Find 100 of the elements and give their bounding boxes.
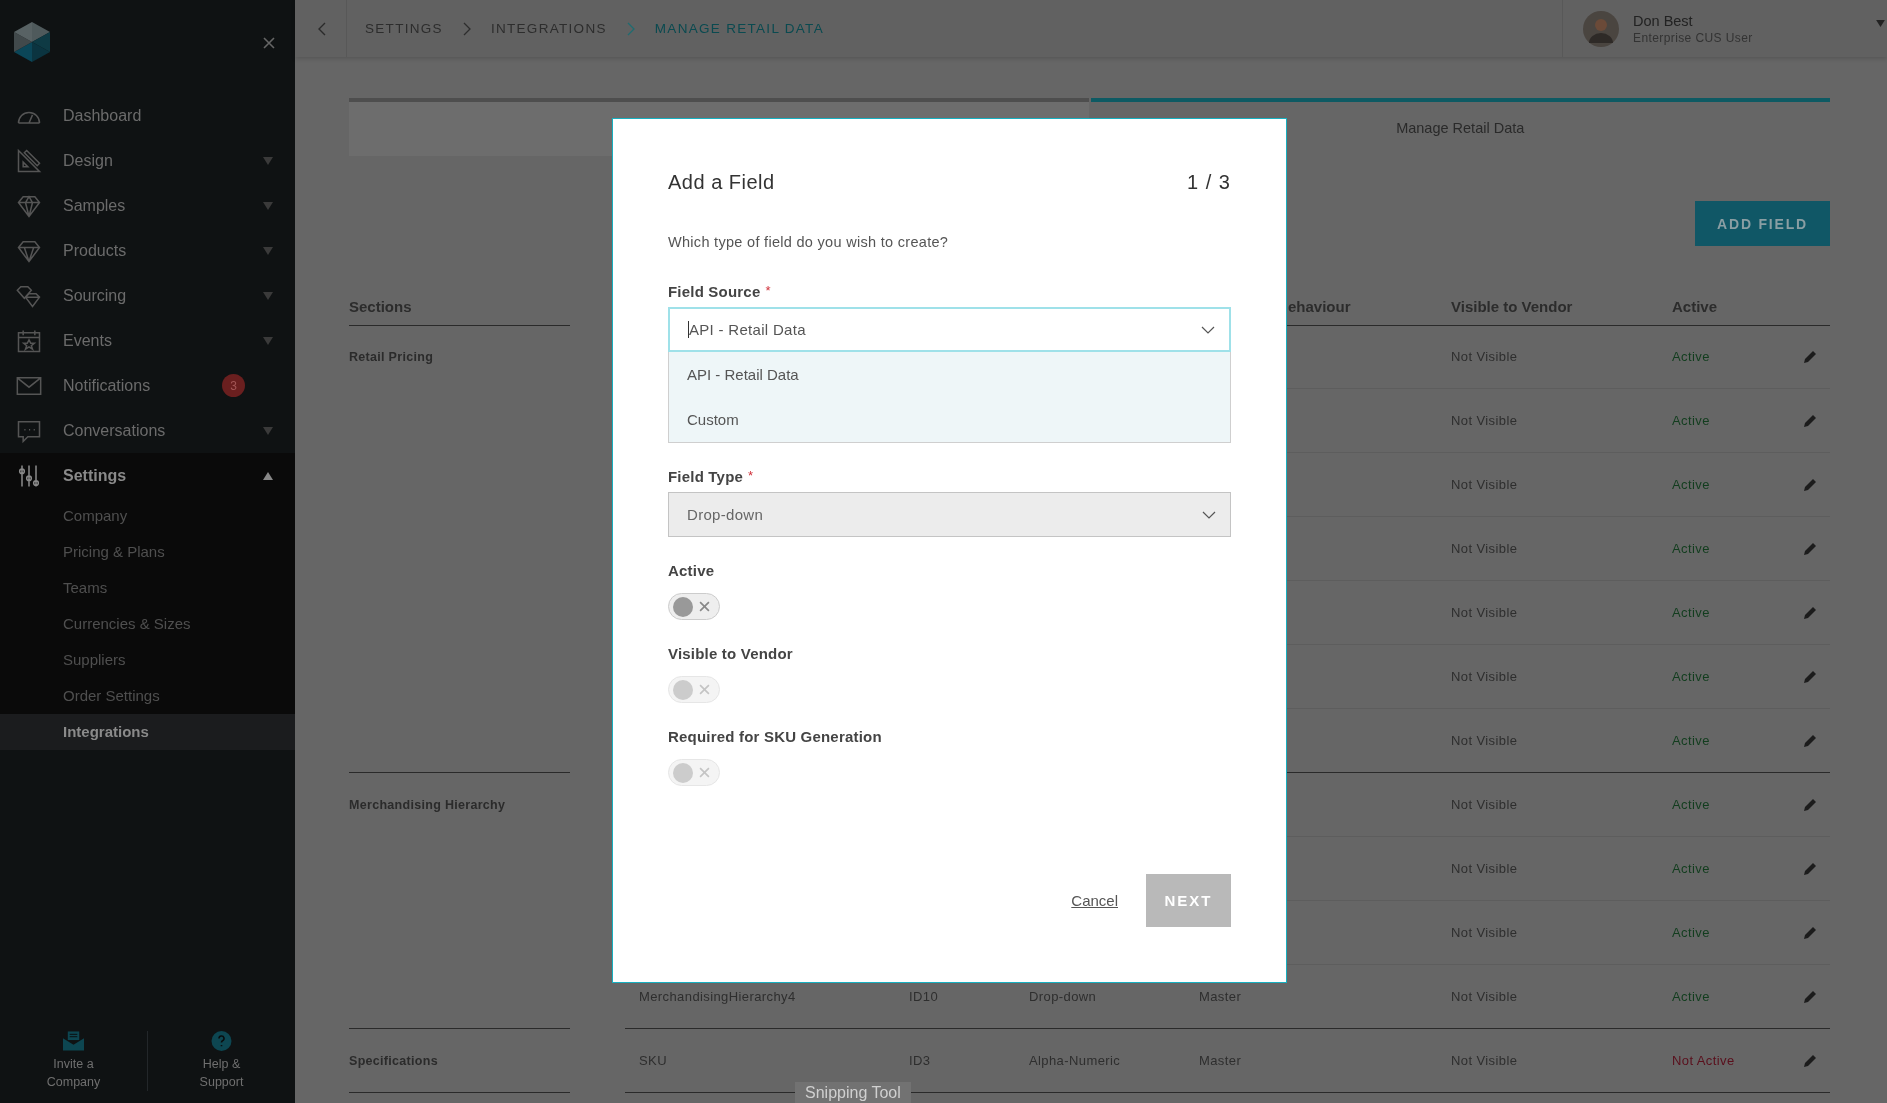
edit-icon[interactable] — [1802, 540, 1818, 557]
nav-item[interactable]: Dashboard — [0, 93, 295, 138]
table-cell-text: Not Visible — [1450, 669, 1519, 684]
table-cell-text: Not Visible — [1450, 989, 1519, 1004]
caret-down-icon — [1876, 20, 1885, 27]
edit-icon[interactable] — [1802, 796, 1818, 813]
footer-button[interactable]: Help & Support — [147, 1031, 295, 1091]
close-icon[interactable] — [263, 37, 275, 49]
edit-icon[interactable] — [1802, 1052, 1818, 1069]
nav-item[interactable]: Events — [0, 318, 295, 363]
caret-down-icon — [263, 426, 273, 435]
table-cell-text: MerchandisingHierarchy4 — [638, 989, 797, 1004]
nav-subitem[interactable]: Pricing & Plans — [0, 534, 295, 570]
table-cell-text: ID10 — [908, 989, 940, 1004]
dialog-question: Which type of field do you wish to create? — [668, 234, 950, 250]
nav-item[interactable]: Sourcing — [0, 273, 295, 318]
nav-item[interactable]: Settings — [0, 453, 295, 498]
column-header: Sections — [349, 297, 412, 315]
field-source-select[interactable]: API - Retail Data — [668, 307, 1231, 352]
cancel-link[interactable]: Cancel — [1071, 892, 1118, 909]
caret-down-icon — [263, 156, 273, 165]
table-cell-text: Master — [1198, 989, 1243, 1004]
chevron-right-icon — [626, 21, 635, 36]
edit-icon[interactable] — [1802, 476, 1818, 493]
table-cell-text: Alpha-Numeric — [1028, 1053, 1122, 1068]
nav-item[interactable]: Design — [0, 138, 295, 183]
toggle-label: Active — [668, 562, 716, 579]
toggle-switch[interactable] — [668, 593, 720, 620]
field-label: Field Source — [668, 283, 761, 300]
status-text: Active — [1671, 989, 1711, 1004]
column-header: Active — [1671, 297, 1719, 315]
chevron-down-icon — [1202, 510, 1216, 519]
nav-subitem[interactable]: Company — [0, 498, 295, 534]
ruler-pencil-icon — [15, 146, 43, 175]
status-text: Active — [1671, 861, 1711, 876]
dropdown-option[interactable]: API - Retail Data — [669, 352, 1230, 397]
section-name: Retail Pricing — [349, 350, 435, 364]
footer-button[interactable]: Invite a Company — [0, 1031, 147, 1091]
add-field-button[interactable]: ADD FIELD — [1695, 201, 1830, 246]
table-cell-text: Not Visible — [1450, 797, 1519, 812]
column-header: Visible to Vendor — [1450, 297, 1574, 315]
toggle-label: Required for SKU Generation — [668, 728, 883, 745]
section-name: Merchandising Hierarchy — [349, 798, 507, 812]
edit-icon[interactable] — [1802, 860, 1818, 877]
table-cell-text: Not Visible — [1450, 413, 1519, 428]
nav-item[interactable]: Notifications 3 — [0, 363, 295, 408]
nav-subitem[interactable]: Order Settings — [0, 678, 295, 714]
nav-subitem[interactable]: Suppliers — [0, 642, 295, 678]
table-cell-text: Not Visible — [1450, 541, 1519, 556]
table-cell-text: Not Visible — [1450, 733, 1519, 748]
nav-item[interactable]: Samples — [0, 183, 295, 228]
table-cell-text: Not Visible — [1450, 605, 1519, 620]
required-mark: * — [765, 283, 771, 298]
section-name: Specifications — [349, 1054, 439, 1068]
status-text: Active — [1671, 733, 1711, 748]
required-mark: * — [748, 468, 754, 483]
edit-icon[interactable] — [1802, 348, 1818, 365]
nav-subitem[interactable]: Integrations — [0, 714, 295, 750]
nav-subitem[interactable]: Currencies & Sizes — [0, 606, 295, 642]
edit-icon[interactable] — [1802, 668, 1818, 685]
status-text: Active — [1671, 669, 1711, 684]
table-cell-text: Not Visible — [1450, 925, 1519, 940]
toggle-label: Visible to Vendor — [668, 645, 794, 662]
edit-icon[interactable] — [1802, 412, 1818, 429]
nav-item[interactable]: Conversations — [0, 408, 295, 453]
edit-icon[interactable] — [1802, 732, 1818, 749]
nav-item[interactable]: Products — [0, 228, 295, 273]
back-icon[interactable] — [318, 21, 326, 36]
hexagon-logo[interactable] — [12, 20, 52, 64]
table-cell-text: Not Visible — [1450, 477, 1519, 492]
dropdown-option[interactable]: Custom — [669, 397, 1230, 442]
table-cell-text: Not Visible — [1450, 861, 1519, 876]
x-icon — [699, 767, 710, 778]
chevron-down-icon — [1201, 325, 1215, 334]
notification-badge: 3 — [222, 374, 245, 397]
dialog-title: Add a Field — [668, 171, 775, 194]
caret-down-icon — [263, 336, 273, 345]
envelope-icon — [63, 1031, 84, 1051]
field-label: Field Type — [668, 468, 744, 485]
table-cell-text: ID3 — [908, 1053, 932, 1068]
caret-down-icon — [263, 201, 273, 210]
status-text: Active — [1671, 477, 1711, 492]
step-counter: 1 / 3 — [1187, 171, 1231, 194]
status-text: Active — [1671, 925, 1711, 940]
chevron-right-icon — [462, 21, 471, 36]
status-text: Active — [1671, 413, 1711, 428]
edit-icon[interactable] — [1802, 604, 1818, 621]
status-text: Not Active — [1671, 1053, 1736, 1068]
edit-icon[interactable] — [1802, 988, 1818, 1005]
column-header: ehaviour — [1288, 297, 1351, 315]
avatar — [1583, 10, 1619, 47]
status-text: Active — [1671, 541, 1711, 556]
tooltip: Snipping Tool — [795, 1082, 911, 1103]
nav-subitem[interactable]: Teams — [0, 570, 295, 606]
status-text: Active — [1671, 605, 1711, 620]
help-icon — [211, 1031, 232, 1051]
caret-down-icon — [263, 246, 273, 255]
table-cell-text: Not Visible — [1450, 349, 1519, 364]
caret-up-icon — [263, 471, 273, 480]
edit-icon[interactable] — [1802, 924, 1818, 941]
